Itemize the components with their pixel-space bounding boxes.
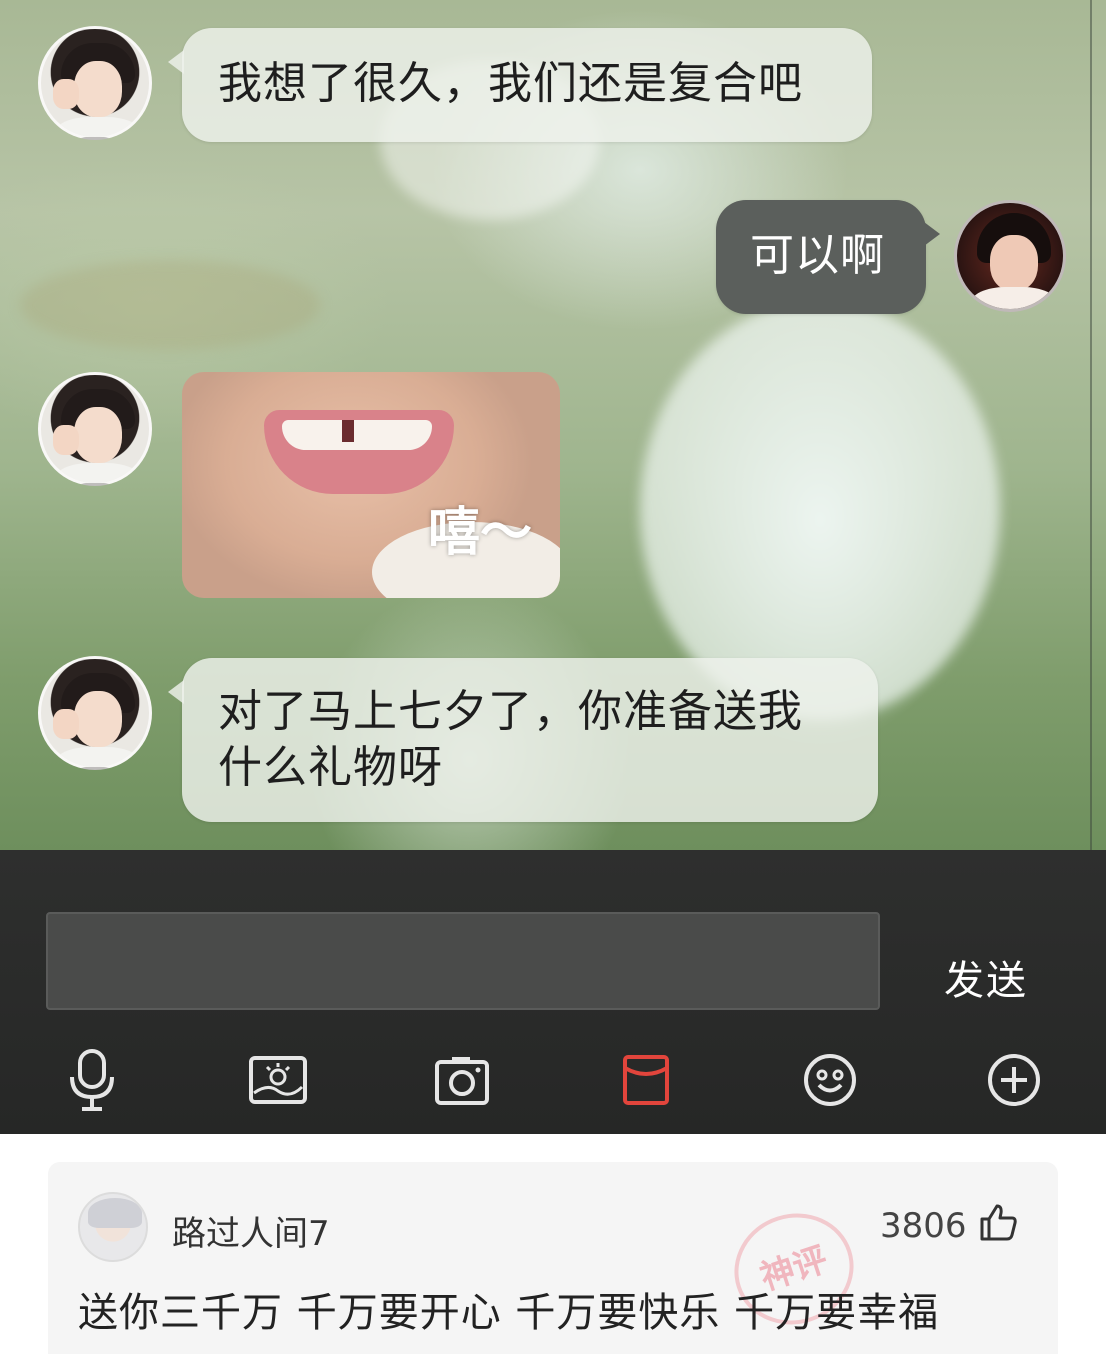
message-text: 可以啊: [750, 230, 885, 281]
chat-background: 我想了很久，我们还是复合吧 可以啊 嘻～ 对了马上七夕了，你准备送我 什么礼物呀: [0, 0, 1106, 850]
commenter-avatar[interactable]: [78, 1192, 148, 1262]
contact-avatar[interactable]: [38, 26, 152, 140]
like-count: 3806: [880, 1206, 967, 1246]
comment-text: 送你三千万 千万要开心 千万要快乐 千万要幸福: [78, 1290, 940, 1336]
message-bubble[interactable]: 我想了很久，我们还是复合吧: [168, 28, 872, 142]
camera-icon[interactable]: [430, 1048, 494, 1112]
self-avatar[interactable]: [954, 200, 1066, 312]
emoji-icon[interactable]: [798, 1048, 862, 1112]
sticker-image[interactable]: 嘻～: [182, 372, 560, 598]
sticker-caption: 嘻～: [428, 503, 533, 563]
message-text: 我想了很久，我们还是复合吧: [218, 58, 803, 109]
background-blur: [20, 260, 320, 350]
message-text-line: 对了马上七夕了，你准备送我: [218, 686, 803, 737]
send-button[interactable]: 发送: [944, 948, 1028, 1006]
microphone-icon[interactable]: [60, 1048, 124, 1112]
contact-avatar[interactable]: [38, 656, 152, 770]
message-bubble-self[interactable]: 可以啊: [716, 200, 940, 314]
input-panel: 发送: [0, 850, 1106, 1134]
background-blur: [640, 300, 1000, 720]
message-text-line: 什么礼物呀: [218, 742, 443, 793]
image-gallery-icon[interactable]: [246, 1048, 310, 1112]
comment-card: 路过人间7 神评 3806 送你三千万 千万要开心 千万要快乐 千万要幸福: [48, 1162, 1058, 1354]
message-input[interactable]: [46, 912, 880, 1010]
thumbs-up-icon[interactable]: [978, 1202, 1018, 1242]
plus-icon[interactable]: [982, 1048, 1046, 1112]
contact-avatar[interactable]: [38, 372, 152, 486]
message-bubble[interactable]: 对了马上七夕了，你准备送我 什么礼物呀: [168, 658, 878, 822]
commenter-username[interactable]: 路过人间7: [172, 1206, 330, 1255]
red-envelope-icon[interactable]: [614, 1048, 678, 1112]
